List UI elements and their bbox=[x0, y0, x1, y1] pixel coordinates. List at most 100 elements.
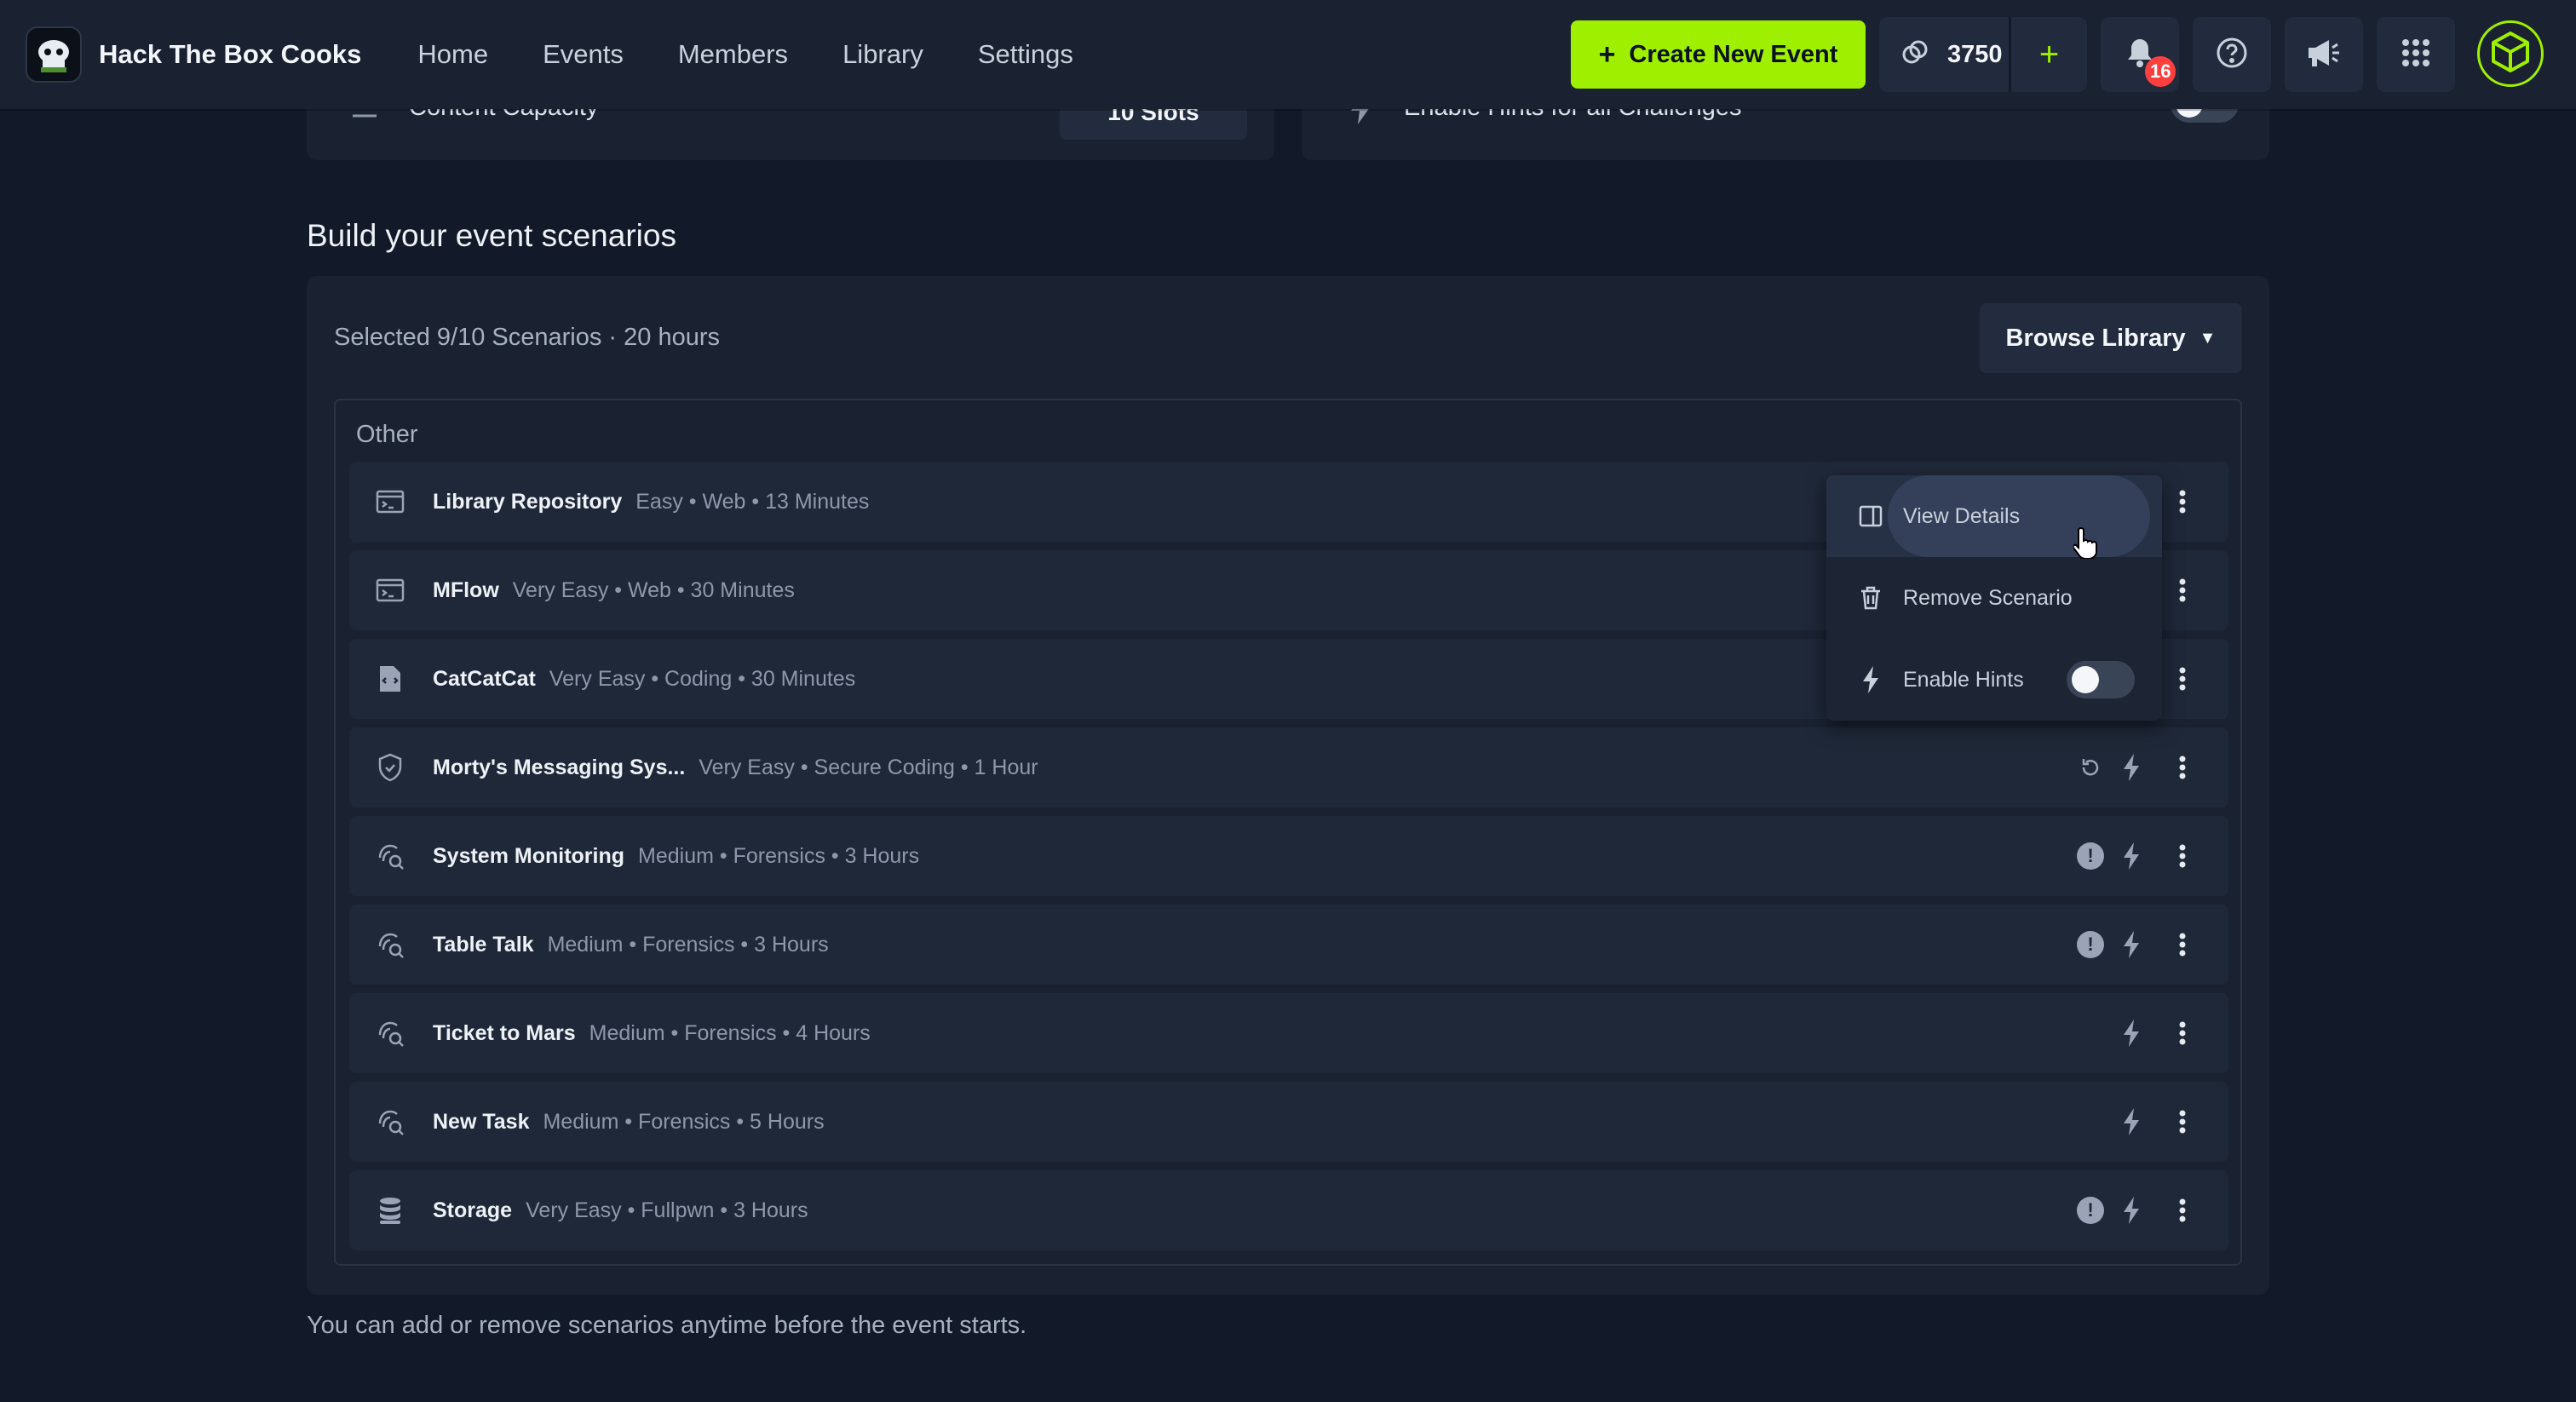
scenario-row[interactable]: Ticket to Mars Medium • Forensics • 4 Hou… bbox=[349, 993, 2228, 1073]
top-navigation-bar: Hack The Box Cooks Home Events Members L… bbox=[0, 0, 2576, 109]
add-credits-button[interactable]: + bbox=[2009, 17, 2087, 92]
more-options-icon[interactable] bbox=[2165, 750, 2199, 784]
bolt-icon bbox=[1855, 664, 1886, 695]
more-options-icon[interactable] bbox=[2165, 928, 2199, 962]
brand[interactable]: Hack The Box Cooks bbox=[26, 26, 361, 83]
view-details-label: View Details bbox=[1903, 503, 2021, 528]
hints-bolt-icon[interactable] bbox=[2114, 750, 2148, 784]
notifications-badge: 16 bbox=[2145, 56, 2176, 87]
menu-item-view-details[interactable]: View Details bbox=[1826, 475, 2162, 557]
warning-icon[interactable]: ! bbox=[2073, 1193, 2107, 1227]
nav-item-home[interactable]: Home bbox=[417, 39, 488, 70]
scenario-title: System Monitoring bbox=[433, 843, 625, 868]
credits-icon bbox=[1900, 37, 1930, 72]
pointer-cursor-icon bbox=[2072, 526, 2099, 563]
scenario-actions: ! bbox=[2058, 905, 2228, 985]
grid-icon bbox=[2401, 37, 2431, 72]
scenario-row[interactable]: Morty's Messaging Sys... Very Easy • Secu… bbox=[349, 727, 2228, 807]
menu-item-enable-hints[interactable]: Enable Hints bbox=[1826, 639, 2162, 721]
more-options-icon[interactable] bbox=[2165, 1016, 2199, 1050]
scenario-actions bbox=[2058, 727, 2228, 807]
fingerprint-search-icon bbox=[373, 928, 407, 962]
scenario-meta: Very Easy • Secure Coding • 1 Hour bbox=[699, 755, 1038, 779]
more-options-icon[interactable] bbox=[2165, 1105, 2199, 1139]
nav-item-events[interactable]: Events bbox=[543, 39, 624, 70]
fingerprint-search-icon bbox=[373, 1016, 407, 1050]
scenarios-card: Selected 9/10 Scenarios · 20 hours Brows… bbox=[307, 276, 2269, 1295]
scenario-actions bbox=[2058, 993, 2228, 1073]
menu-item-remove-scenario[interactable]: Remove Scenario bbox=[1826, 557, 2162, 639]
cube-icon bbox=[2488, 30, 2533, 78]
fingerprint-search-icon bbox=[373, 1105, 407, 1139]
remove-scenario-label: Remove Scenario bbox=[1903, 585, 2073, 610]
scenario-title: Table Talk bbox=[433, 932, 534, 957]
warning-icon[interactable]: ! bbox=[2073, 839, 2107, 873]
scenario-meta: Medium • Forensics • 5 Hours bbox=[543, 1109, 825, 1134]
enable-hints-toggle[interactable] bbox=[2067, 661, 2135, 698]
scenario-row[interactable]: New Task Medium • Forensics • 5 Hours bbox=[349, 1082, 2228, 1162]
warning-icon[interactable]: ! bbox=[2073, 928, 2107, 962]
browse-library-label: Browse Library bbox=[2005, 324, 2186, 352]
enable-hints-label: Enable Hints bbox=[1903, 667, 2024, 692]
scenario-meta: Medium • Forensics • 4 Hours bbox=[589, 1020, 871, 1045]
trash-icon bbox=[1855, 583, 1886, 613]
scenario-title: New Task bbox=[433, 1109, 530, 1134]
scenario-title: Ticket to Mars bbox=[433, 1020, 576, 1045]
credits-value: 3750 bbox=[1947, 40, 2003, 68]
scenario-title: CatCatCat bbox=[433, 666, 536, 691]
scenario-meta: Medium • Forensics • 3 Hours bbox=[547, 932, 829, 957]
more-options-icon[interactable] bbox=[2165, 485, 2199, 519]
scenario-row[interactable]: System Monitoring Medium • Forensics • 3 … bbox=[349, 816, 2228, 896]
more-options-icon[interactable] bbox=[2165, 839, 2199, 873]
scenario-meta: Very Easy • Web • 30 Minutes bbox=[512, 577, 795, 602]
create-new-event-label: Create New Event bbox=[1629, 40, 1838, 68]
scenario-title: Storage bbox=[433, 1198, 513, 1222]
announcements-button[interactable] bbox=[2285, 17, 2363, 92]
nav-item-library[interactable]: Library bbox=[842, 39, 923, 70]
more-options-icon[interactable] bbox=[2165, 1193, 2199, 1227]
hints-bolt-icon[interactable] bbox=[2114, 839, 2148, 873]
scenario-title: MFlow bbox=[433, 577, 499, 602]
main-nav: Home Events Members Library Settings bbox=[417, 39, 1127, 70]
help-icon bbox=[2216, 37, 2248, 73]
notifications-button[interactable]: 16 bbox=[2101, 17, 2179, 92]
more-options-icon[interactable] bbox=[2165, 573, 2199, 607]
hints-bolt-icon[interactable] bbox=[2114, 1193, 2148, 1227]
hints-bolt-icon[interactable] bbox=[2114, 928, 2148, 962]
restart-icon[interactable] bbox=[2073, 750, 2107, 784]
team-logo-icon bbox=[26, 26, 82, 83]
browse-library-button[interactable]: Browse Library ▼ bbox=[1980, 303, 2242, 373]
scenario-actions: ! bbox=[2058, 816, 2228, 896]
fingerprint-search-icon bbox=[373, 839, 407, 873]
scenario-row[interactable]: Table Talk Medium • Forensics • 3 Hours! bbox=[349, 905, 2228, 985]
terminal-icon bbox=[373, 573, 407, 607]
credits-pill[interactable]: 3750 + bbox=[1879, 17, 2087, 92]
apps-menu-button[interactable] bbox=[2377, 17, 2455, 92]
database-icon bbox=[373, 1193, 407, 1227]
scenario-title: Morty's Messaging Sys... bbox=[433, 755, 686, 779]
panel-icon bbox=[1855, 501, 1886, 531]
scenario-actions-menu: View Details Remove Scenario Enable Hint… bbox=[1826, 475, 2162, 721]
scenario-title: Library Repository bbox=[433, 489, 623, 514]
code-file-icon bbox=[373, 662, 407, 696]
toggle-knob bbox=[2072, 666, 2099, 693]
nav-item-members[interactable]: Members bbox=[678, 39, 788, 70]
create-new-event-button[interactable]: + Create New Event bbox=[1571, 20, 1866, 89]
scenario-meta: Easy • Web • 13 Minutes bbox=[635, 489, 870, 514]
hints-bolt-icon[interactable] bbox=[2114, 1016, 2148, 1050]
shield-icon bbox=[373, 750, 407, 784]
group-title: Other bbox=[356, 421, 418, 448]
scenario-meta: Very Easy • Fullpwn • 3 Hours bbox=[526, 1198, 808, 1222]
scenario-meta: Medium • Forensics • 3 Hours bbox=[638, 843, 920, 868]
megaphone-icon bbox=[2305, 37, 2343, 72]
nav-item-settings[interactable]: Settings bbox=[978, 39, 1073, 70]
help-button[interactable] bbox=[2193, 17, 2271, 92]
more-options-icon[interactable] bbox=[2165, 662, 2199, 696]
plus-icon: + bbox=[1598, 37, 1616, 71]
scenario-row[interactable]: Storage Very Easy • Fullpwn • 3 Hours! bbox=[349, 1170, 2228, 1250]
brand-name: Hack The Box Cooks bbox=[99, 39, 362, 69]
user-avatar[interactable] bbox=[2477, 20, 2544, 87]
terminal-icon bbox=[373, 485, 407, 519]
hints-bolt-icon[interactable] bbox=[2114, 1105, 2148, 1139]
footer-note: You can add or remove scenarios anytime … bbox=[307, 1312, 1027, 1339]
